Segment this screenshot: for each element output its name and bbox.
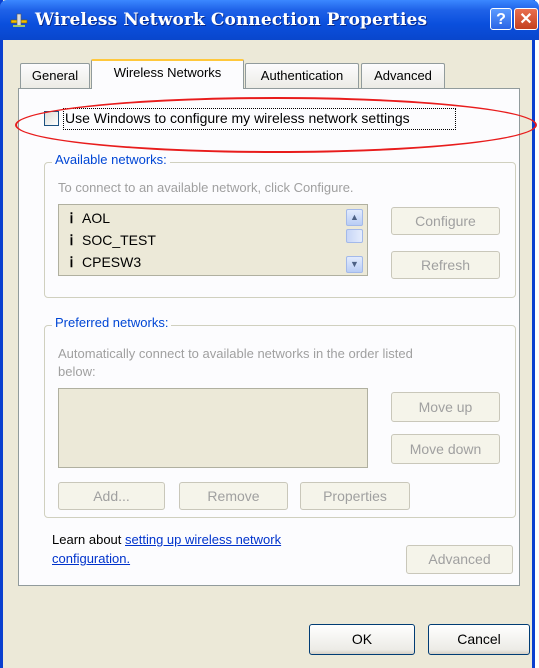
available-networks-list[interactable]: ⅰ AOL ⅰ SOC_TEST ⅰ CPESW3 ▲ ▼ bbox=[58, 204, 368, 276]
help-button[interactable]: ? bbox=[490, 8, 512, 30]
scrollbar-thumb[interactable] bbox=[346, 229, 363, 243]
tab-general[interactable]: General bbox=[20, 63, 90, 88]
tab-advanced[interactable]: Advanced bbox=[361, 63, 445, 88]
scroll-down-button[interactable]: ▼ bbox=[346, 256, 363, 273]
ok-button[interactable]: OK bbox=[309, 624, 415, 655]
tab-authentication[interactable]: Authentication bbox=[245, 63, 359, 88]
antenna-icon: ⅰ bbox=[69, 210, 74, 226]
title-bar[interactable]: Wireless Network Connection Properties ?… bbox=[0, 0, 539, 40]
highlight-ellipse bbox=[15, 97, 537, 153]
learn-about-prefix: Learn about bbox=[52, 532, 126, 547]
network-connection-icon bbox=[10, 13, 28, 27]
move-down-button[interactable]: Move down bbox=[391, 434, 500, 464]
list-item[interactable]: ⅰ CPESW3 bbox=[67, 254, 142, 271]
antenna-icon: ⅰ bbox=[69, 232, 74, 248]
preferred-networks-list[interactable] bbox=[58, 388, 368, 468]
window-title: Wireless Network Connection Properties bbox=[35, 10, 428, 30]
properties-button[interactable]: Properties bbox=[300, 482, 410, 510]
list-item[interactable]: ⅰ SOC_TEST bbox=[67, 232, 156, 249]
available-hint: To connect to an available network, clic… bbox=[58, 180, 354, 195]
setup-wireless-link[interactable]: setting up wireless network bbox=[125, 532, 281, 547]
preferred-hint-line1: Automatically connect to available netwo… bbox=[58, 346, 413, 361]
configure-button[interactable]: Configure bbox=[391, 207, 500, 235]
antenna-icon: ⅰ bbox=[69, 254, 74, 270]
cancel-button[interactable]: Cancel bbox=[428, 624, 530, 655]
scroll-up-button[interactable]: ▲ bbox=[346, 209, 363, 226]
setup-wireless-link-continued[interactable]: configuration. bbox=[52, 551, 130, 566]
add-button[interactable]: Add... bbox=[58, 482, 165, 510]
preferred-hint-line2: below: bbox=[58, 364, 96, 379]
move-up-button[interactable]: Move up bbox=[391, 392, 500, 422]
remove-button[interactable]: Remove bbox=[179, 482, 288, 510]
list-item[interactable]: ⅰ AOL bbox=[67, 210, 110, 227]
advanced-button[interactable]: Advanced bbox=[406, 545, 513, 574]
close-button[interactable]: ✕ bbox=[514, 8, 538, 30]
tab-wireless-networks[interactable]: Wireless Networks bbox=[91, 59, 244, 89]
learn-about-text: Learn about setting up wireless network bbox=[52, 532, 281, 547]
preferred-networks-title: Preferred networks: bbox=[52, 315, 172, 330]
refresh-button[interactable]: Refresh bbox=[391, 251, 500, 279]
available-networks-title: Available networks: bbox=[52, 152, 170, 167]
